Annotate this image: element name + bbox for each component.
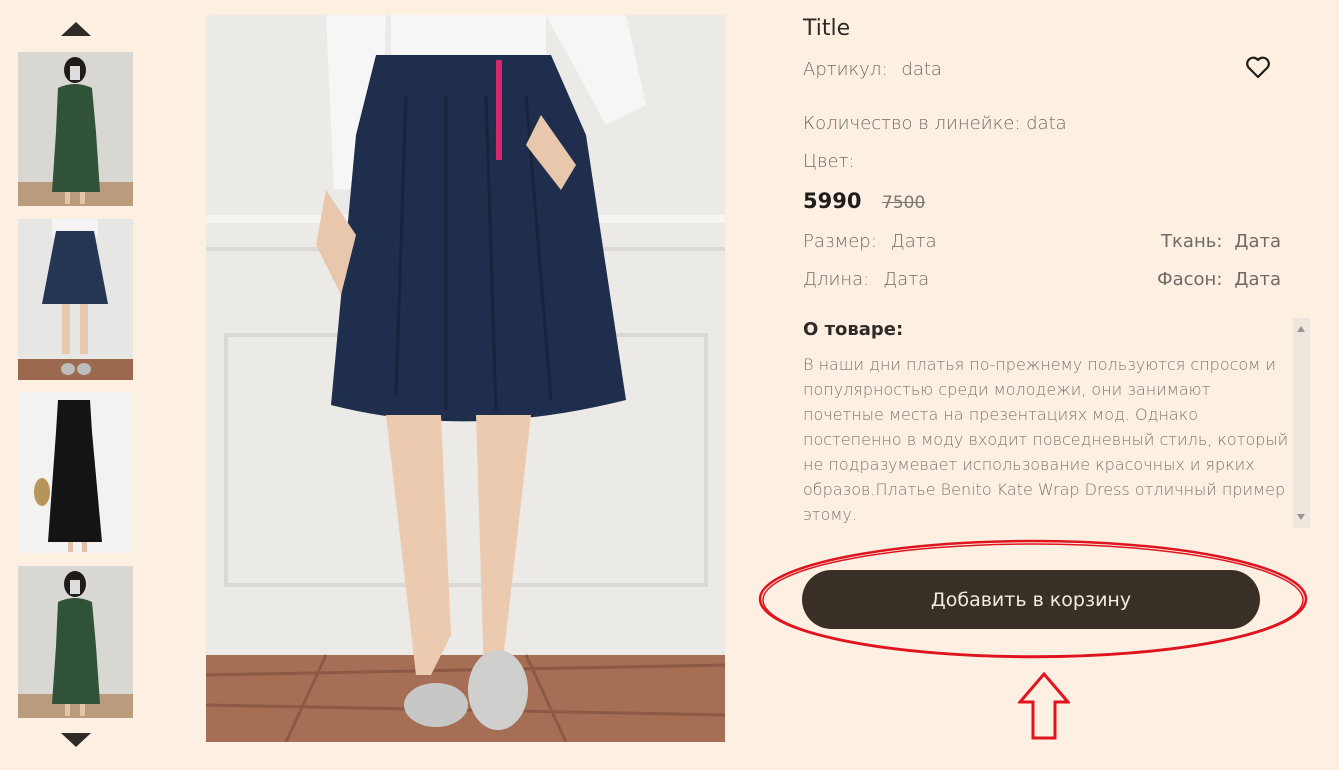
scroll-down-icon[interactable] bbox=[1297, 514, 1305, 520]
style-value: Дата bbox=[1234, 269, 1281, 290]
thumbnail-black-dress[interactable] bbox=[18, 392, 133, 553]
red-up-arrow-icon bbox=[1018, 672, 1070, 740]
current-price: 5990 bbox=[803, 189, 862, 213]
main-product-image bbox=[206, 15, 725, 742]
thumbnail-navy-skirt[interactable] bbox=[18, 219, 133, 380]
style-row: Фасон: Дата bbox=[1157, 269, 1281, 290]
length-row: Длина: Дата bbox=[803, 269, 929, 290]
description-box[interactable]: В наши дни платья по-прежнему пользуются… bbox=[803, 352, 1293, 528]
thumbnail-green-dress-2[interactable] bbox=[18, 566, 133, 718]
product-title: Title bbox=[803, 16, 851, 41]
description-scrollbar[interactable] bbox=[1293, 318, 1310, 528]
fabric-value: Дата bbox=[1234, 231, 1281, 252]
scroll-up-icon[interactable] bbox=[1297, 326, 1305, 332]
gallery-up-arrow-icon[interactable] bbox=[61, 22, 91, 36]
about-title: О товаре: bbox=[803, 319, 904, 340]
size-label: Размер: bbox=[803, 231, 877, 252]
fabric-row: Ткань: Дата bbox=[1161, 231, 1281, 252]
add-to-cart-button[interactable]: Добавить в корзину bbox=[802, 570, 1260, 629]
description-text: В наши дни платья по-прежнему пользуются… bbox=[803, 355, 1289, 524]
gallery-down-arrow-icon[interactable] bbox=[61, 733, 91, 747]
article-row: Артикул: data bbox=[803, 59, 942, 80]
length-value: Дата bbox=[883, 269, 930, 290]
article-label: Артикул: bbox=[803, 59, 888, 80]
fabric-label: Ткань: bbox=[1161, 231, 1223, 252]
length-label: Длина: bbox=[803, 269, 870, 290]
heart-outline-icon[interactable] bbox=[1245, 55, 1271, 79]
old-price: 7500 bbox=[882, 193, 926, 213]
size-row: Размер: Дата bbox=[803, 231, 937, 252]
thumbnail-green-dress-1[interactable] bbox=[18, 52, 133, 206]
size-value: Дата bbox=[890, 231, 937, 252]
color-label: Цвет: bbox=[803, 151, 855, 172]
quantity-text: Количество в линейке: data bbox=[803, 113, 1067, 134]
article-value: data bbox=[901, 59, 942, 80]
style-label: Фасон: bbox=[1157, 269, 1223, 290]
